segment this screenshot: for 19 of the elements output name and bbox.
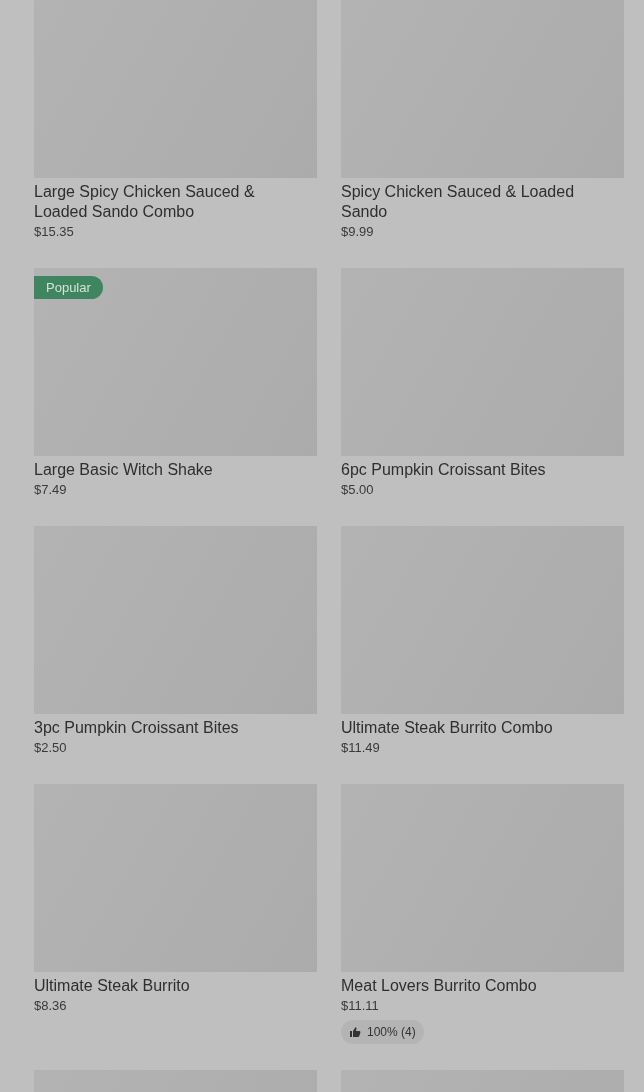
item-price: $7.49	[34, 481, 67, 499]
item-title[interactable]: Large Spicy Chicken Sauced & Loaded Sando Combo	[34, 182, 289, 222]
rating-text: 100% (4)	[367, 1025, 416, 1039]
popular-tag: Popular	[34, 276, 103, 299]
item-price: $11.11	[341, 997, 379, 1015]
item-price: $15.35	[34, 223, 74, 241]
item-price: $11.49	[341, 739, 380, 757]
item-title[interactable]: 6pc Pumpkin Croissant Bites	[341, 460, 546, 480]
item-price: $9.99	[341, 223, 374, 241]
item-title[interactable]: 3pc Pumpkin Croissant Bites	[34, 718, 239, 738]
thumbs-up-icon	[349, 1026, 361, 1038]
item-price: $5.00	[341, 481, 374, 499]
item-title[interactable]: Ultimate Steak Burrito	[34, 976, 190, 996]
item-title[interactable]: Spicy Chicken Sauced & Loaded Sando	[341, 182, 596, 222]
item-price: $2.50	[34, 739, 67, 757]
item-title[interactable]: Meat Lovers Burrito Combo	[341, 976, 537, 996]
item-price: $8.36	[34, 997, 67, 1015]
item-title[interactable]: Large Basic Witch Shake	[34, 460, 213, 480]
item-title[interactable]: Ultimate Steak Burrito Combo	[341, 718, 553, 738]
